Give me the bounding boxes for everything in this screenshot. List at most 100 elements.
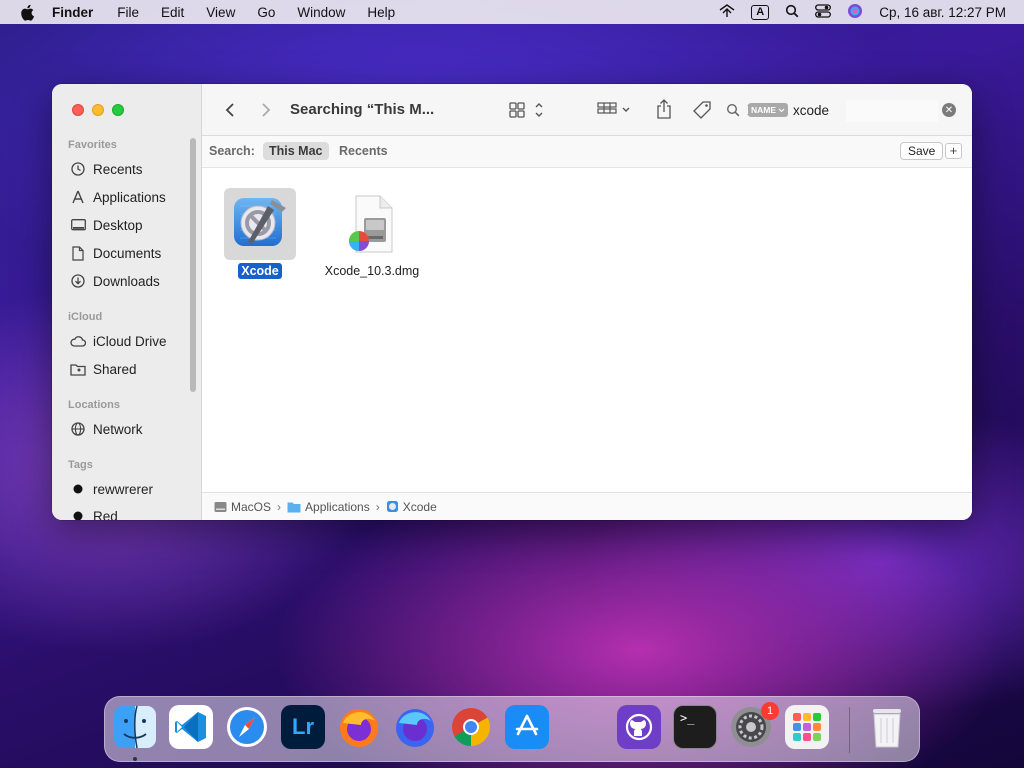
spotlight-search-icon[interactable]: [785, 4, 799, 21]
sidebar-item-network[interactable]: Network: [70, 418, 143, 440]
path-segment-macos[interactable]: MacOS: [214, 500, 271, 514]
window-title: Searching “This M...: [290, 101, 435, 118]
sidebar-item-label: Shared: [93, 361, 137, 377]
sidebar-heading-icloud: iCloud: [68, 311, 103, 323]
path-segment-applications[interactable]: Applications: [287, 500, 370, 514]
scope-label: Search:: [209, 144, 255, 158]
search-token-label: NAME: [751, 105, 777, 115]
view-mode-button[interactable]: [508, 100, 548, 120]
sidebar-scrollbar[interactable]: [190, 138, 196, 392]
dock-firefox-developer-icon[interactable]: [393, 705, 437, 749]
sidebar-item-label: Network: [93, 421, 143, 437]
menu-bar: Finder File Edit View Go Window Help A С…: [0, 0, 1024, 24]
group-by-button[interactable]: [596, 100, 636, 120]
sidebar-item-shared[interactable]: Shared: [70, 358, 137, 380]
path-separator-icon: ›: [375, 499, 380, 514]
sidebar-item-icloud-drive[interactable]: iCloud Drive: [70, 330, 167, 352]
hard-drive-icon: [214, 501, 227, 512]
dock-lightroom-icon[interactable]: Lr: [281, 705, 325, 749]
dock-chrome-icon[interactable]: [449, 705, 493, 749]
clock-icon: [70, 161, 86, 177]
sidebar-item-label: rewwrerer: [93, 481, 154, 497]
cloud-icon: [70, 333, 86, 349]
apple-menu-icon[interactable]: [18, 3, 36, 21]
sidebar-item-label: Red: [93, 508, 118, 521]
scope-this-mac-button[interactable]: This Mac: [263, 142, 329, 160]
scope-recents-button[interactable]: Recents: [339, 144, 388, 158]
back-button[interactable]: [220, 100, 240, 120]
sidebar-item-downloads[interactable]: Downloads: [70, 270, 160, 292]
file-item-xcode[interactable]: Xcode: [205, 188, 315, 279]
clear-search-icon[interactable]: ✕: [942, 103, 956, 117]
sidebar-item-tag-red[interactable]: Red: [70, 505, 118, 520]
dock-launchpad-icon[interactable]: [785, 705, 829, 749]
menu-app-name[interactable]: Finder: [52, 5, 93, 20]
sidebar-item-label: Applications: [93, 189, 166, 205]
path-segment-label: Xcode: [402, 499, 437, 514]
sidebar-item-documents[interactable]: Documents: [70, 242, 161, 264]
dock: Lr >_ 1: [104, 696, 920, 762]
menu-file[interactable]: File: [117, 5, 139, 20]
finder-window: Favorites Recents Applications Desktop D…: [52, 84, 972, 520]
window-controls: [72, 104, 124, 116]
forward-button[interactable]: [256, 100, 276, 120]
siri-icon[interactable]: [847, 3, 863, 22]
tag-dot-icon: [70, 481, 86, 497]
path-separator-icon: ›: [277, 499, 282, 514]
keyboard-input-indicator[interactable]: A: [751, 4, 770, 20]
sidebar-heading-favorites: Favorites: [68, 139, 117, 151]
disk-image-icon: [336, 188, 408, 260]
control-center-icon[interactable]: [815, 3, 832, 21]
notification-badge: 1: [761, 702, 779, 720]
dock-app-store-icon[interactable]: [505, 705, 549, 749]
menu-window[interactable]: Window: [297, 5, 345, 20]
save-search-button[interactable]: Save: [900, 142, 944, 160]
menu-clock[interactable]: Ср, 16 авг. 12:27 PM: [879, 5, 1006, 20]
sidebar-item-label: Documents: [93, 245, 162, 261]
search-token-name[interactable]: NAME: [748, 103, 789, 117]
dock-firefox-icon[interactable]: [337, 705, 381, 749]
menu-view[interactable]: View: [206, 5, 235, 20]
file-name: Xcode: [238, 263, 282, 279]
path-segment-label: Applications: [305, 499, 370, 514]
sidebar-item-label: Desktop: [93, 217, 143, 233]
dock-divider: [849, 707, 850, 753]
file-grid: Xcode Xcode_10.3.dmg: [202, 168, 972, 492]
airdrop-status-icon[interactable]: [719, 3, 735, 21]
menu-go[interactable]: Go: [257, 5, 275, 20]
menu-edit[interactable]: Edit: [161, 5, 184, 20]
tag-dot-icon: [70, 508, 86, 520]
sidebar-item-label: Downloads: [93, 273, 160, 289]
dock-trash-icon[interactable]: [865, 705, 909, 749]
document-icon: [70, 245, 86, 261]
dock-github-desktop-icon[interactable]: [617, 705, 661, 749]
toolbar: Searching “This M... NAME xcode ✕: [202, 84, 972, 136]
zoom-button[interactable]: [112, 104, 124, 116]
share-icon[interactable]: [654, 98, 674, 120]
path-bar: MacOS › Applications › Xcode: [202, 492, 972, 520]
path-segment-xcode[interactable]: Xcode: [386, 500, 437, 514]
close-button[interactable]: [72, 104, 84, 116]
search-input-area[interactable]: [846, 100, 938, 122]
add-criteria-button[interactable]: +: [945, 143, 962, 159]
file-item-xcode-dmg[interactable]: Xcode_10.3.dmg: [317, 188, 427, 279]
dock-finder-icon[interactable]: [113, 705, 157, 749]
sidebar: Favorites Recents Applications Desktop D…: [52, 84, 202, 520]
running-indicator: [133, 757, 137, 761]
sidebar-item-recents[interactable]: Recents: [70, 158, 143, 180]
dock-vscode-icon[interactable]: [169, 705, 213, 749]
dock-safari-icon[interactable]: [225, 705, 269, 749]
menu-help[interactable]: Help: [367, 5, 395, 20]
folder-icon: [287, 502, 301, 512]
sidebar-item-label: iCloud Drive: [93, 333, 167, 349]
minimize-button[interactable]: [92, 104, 104, 116]
sidebar-item-desktop[interactable]: Desktop: [70, 214, 143, 236]
tag-icon[interactable]: [692, 99, 714, 121]
sidebar-item-applications[interactable]: Applications: [70, 186, 166, 208]
search-scope-bar: Search: This Mac Recents Save +: [202, 136, 972, 168]
search-field[interactable]: NAME xcode ✕: [722, 98, 962, 122]
dock-terminal-icon[interactable]: >_: [673, 705, 717, 749]
sidebar-heading-locations: Locations: [68, 399, 120, 411]
sidebar-item-tag-rewwrerer[interactable]: rewwrerer: [70, 478, 153, 500]
search-query[interactable]: xcode: [793, 103, 829, 118]
